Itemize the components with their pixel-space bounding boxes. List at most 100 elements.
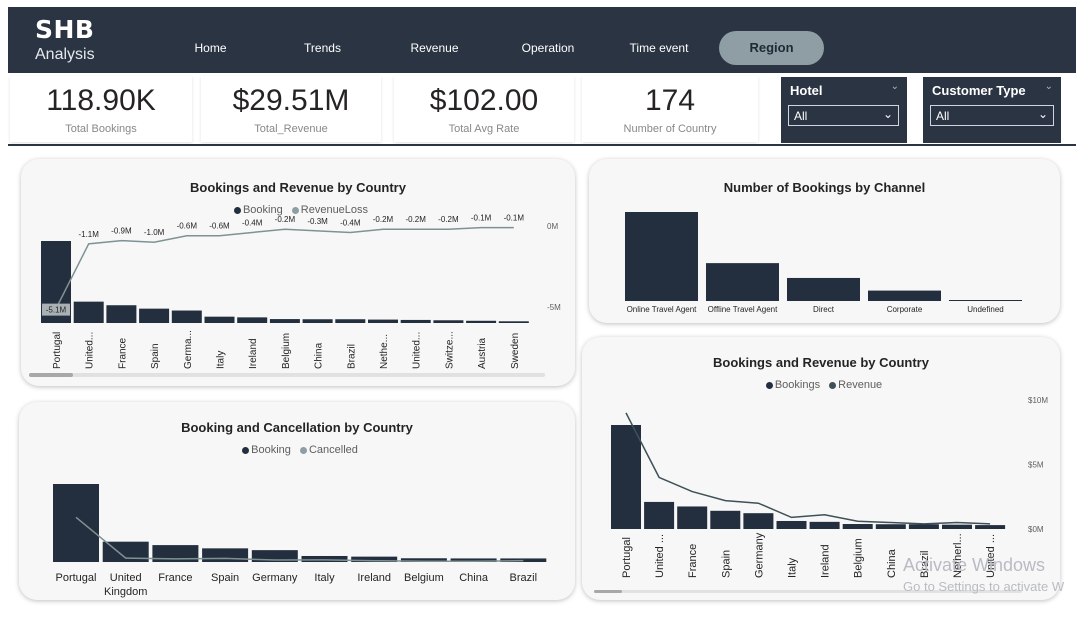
bar-booking	[400, 319, 431, 323]
kpi-label: Total_Revenue	[254, 123, 328, 135]
bar-booking	[302, 319, 333, 323]
booking-cancellation-chart[interactable]: Portugal United Kingdom France Spain Germany I…	[19, 402, 575, 600]
horizontal-scrollbar-track	[29, 373, 545, 377]
x-tick-label: Brazil	[510, 572, 538, 584]
x-tick-label: Portugal	[621, 537, 633, 578]
x-tick-label: Germany	[252, 572, 298, 584]
customer-type-slicer: Customer Type ⌄ All ⌄	[923, 77, 1061, 143]
x-tick-label: Direct	[813, 305, 835, 314]
bar-bookings	[842, 524, 873, 529]
kpi-value: 118.90K	[46, 84, 156, 117]
bar-bookings	[975, 525, 1006, 529]
nav-operation-button[interactable]: Operation	[509, 31, 587, 65]
kpi-number-of-country: 174 Number of Country	[582, 76, 758, 142]
x-tick-label: United	[110, 572, 142, 584]
kpi-label: Total Bookings	[65, 123, 137, 135]
logo-subtitle: Analysis	[35, 46, 95, 63]
booking-cancellation-card: Booking and Cancellation by Country Book…	[19, 402, 575, 600]
header-divider	[8, 144, 1076, 146]
x-tick-label: Sweden	[510, 333, 521, 369]
x-tick-label: China	[314, 342, 325, 369]
data-label: -1.0M	[144, 228, 165, 237]
slicer-value: All	[794, 109, 808, 123]
x-tick-label: France	[117, 337, 128, 369]
bar-channel	[706, 263, 779, 301]
x-tick-label: Ireland	[357, 572, 391, 584]
data-label: -0.3M	[307, 217, 328, 226]
activate-windows-watermark: Activate Windows Go to Settings to activ…	[903, 554, 1064, 598]
data-label: -0.1M	[504, 214, 525, 223]
bar-channel	[787, 277, 860, 301]
bar-booking	[139, 308, 170, 323]
bar-booking	[433, 320, 464, 323]
x-tick-label: Ireland	[820, 544, 832, 578]
bar-booking	[301, 555, 348, 562]
x-tick-label: Italy	[216, 351, 227, 369]
revenue-loss-line	[55, 226, 514, 309]
bar-booking	[73, 301, 104, 323]
bar-bookings	[776, 520, 807, 529]
bar-bookings	[809, 521, 840, 529]
bar-booking	[466, 320, 497, 323]
x-tick-label: France	[158, 572, 192, 584]
bar-bookings	[644, 501, 675, 529]
data-label: -0.6M	[209, 222, 230, 231]
x-tick-label: Belgium	[404, 572, 444, 584]
nav-region-button[interactable]: Region	[719, 31, 824, 65]
bar-channel	[868, 290, 941, 301]
bar-booking	[368, 319, 398, 323]
data-label: -5.1M	[46, 306, 67, 315]
x-tick-label: Portugal	[52, 332, 63, 369]
x-tick-label: China	[886, 548, 898, 578]
x-tick-label: United...	[412, 332, 423, 369]
hotel-dropdown[interactable]: All ⌄	[788, 105, 899, 126]
data-label: -0.1M	[471, 214, 492, 223]
x-tick-label: United ...	[654, 534, 666, 578]
x-tick-label: Belgium	[281, 333, 292, 369]
bookings-revenue-chart[interactable]: 0M -5M Portugal United... France Spain Germa..…	[21, 159, 575, 386]
nav-revenue-button[interactable]: Revenue	[397, 31, 472, 65]
nav-time-event-button[interactable]: Time event	[620, 31, 698, 65]
data-label: -1.1M	[78, 230, 99, 239]
x-tick-label: Undefined	[967, 305, 1003, 314]
bar-bookings	[677, 506, 708, 529]
bar-bookings	[743, 513, 774, 529]
x-tick-label: France	[687, 544, 699, 578]
bar-booking	[53, 484, 99, 562]
chevron-down-icon: ⌄	[882, 107, 893, 121]
data-label: -0.6M	[177, 222, 198, 231]
kpi-total-bookings: 118.90K Total Bookings	[10, 76, 192, 142]
bar-bookings	[710, 510, 741, 529]
data-label: -0.4M	[340, 218, 361, 227]
bar-bookings	[611, 425, 641, 529]
data-label: -0.2M	[405, 215, 426, 224]
bar-booking	[202, 548, 249, 562]
x-tick-label: Online Travel Agent	[627, 305, 698, 314]
kpi-total-avg-rate: $102.00 Total Avg Rate	[394, 76, 574, 142]
nav-trends-button[interactable]: Trends	[285, 31, 360, 65]
bar-booking	[106, 305, 137, 323]
bar-bookings	[942, 524, 972, 529]
x-tick-label: Spain	[211, 572, 239, 584]
x-tick-label: Spain	[150, 343, 161, 369]
bookings-by-channel-chart[interactable]: Online Travel Agent Offline Travel Agent D…	[589, 159, 1060, 323]
nav-home-button[interactable]: Home	[173, 31, 248, 65]
chevron-down-icon[interactable]: ⌄	[1045, 81, 1053, 92]
bookings-revenue-country-card: Bookings and Revenue by Country Booking …	[21, 159, 575, 386]
data-label: -0.9M	[111, 227, 132, 236]
bar-booking	[204, 316, 235, 323]
x-tick-label: Austria	[477, 337, 488, 369]
x-tick-label: Italy	[314, 572, 335, 584]
bar-booking	[335, 319, 366, 323]
data-label: -0.4M	[242, 218, 263, 227]
data-label: -0.2M	[275, 215, 296, 224]
x-tick-label: Italy	[787, 557, 799, 578]
x-tick-label: Switze...	[444, 331, 455, 369]
x-tick-label: Germa...	[183, 330, 194, 369]
chevron-down-icon[interactable]: ⌄	[891, 81, 899, 92]
y2-tick-label: $0M	[1028, 525, 1044, 534]
x-tick-label: Spain	[720, 550, 732, 578]
customer-type-dropdown[interactable]: All ⌄	[930, 105, 1054, 126]
kpi-label: Number of Country	[623, 123, 717, 135]
bar-channel	[625, 212, 698, 301]
